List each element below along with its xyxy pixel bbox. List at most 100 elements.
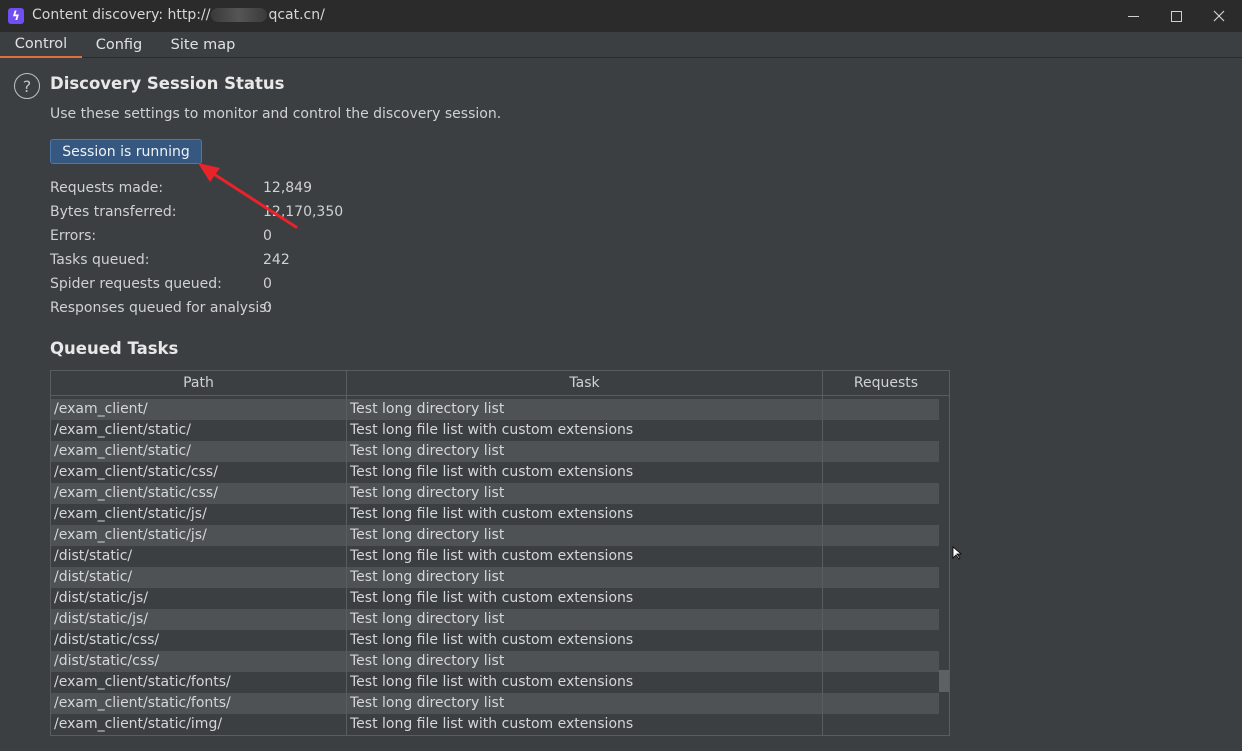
table-cell-requests [823,462,939,483]
table-scrollbar[interactable] [939,396,949,735]
table-cell-task: Test long file list with custom extensio… [347,462,823,483]
table-row[interactable]: /dist/static/Test long directory list [51,567,939,588]
scrollbar-thumb[interactable] [939,670,949,692]
table-cell-task: Test long directory list [347,651,823,672]
stat-label-requests-made: Requests made: [50,180,164,196]
table-row[interactable]: /dist/static/js/Test long directory list [51,609,939,630]
table-cell-path: /exam_client/static/ [51,420,347,441]
close-button[interactable] [1196,0,1242,32]
table-row[interactable]: /dist/static/Test long file list with cu… [51,546,939,567]
table-cell-path: /exam_client/static/js/ [51,525,347,546]
table-row[interactable]: /exam_client/Test long directory list [51,399,939,420]
table-cell-task: Test long file list with custom extensio… [347,672,823,693]
table-row[interactable]: /exam_client/static/Test long directory … [51,441,939,462]
stat-label-errors: Errors: [50,228,97,244]
table-row[interactable]: /exam_client/static/css/Test long direct… [51,483,939,504]
table-cell-requests [823,672,939,693]
queued-tasks-title: Queued Tasks [50,339,179,358]
table-cell-path: /dist/static/ [51,546,347,567]
table-row[interactable]: /exam_client/static/fonts/Test long dire… [51,693,939,714]
table-cell-path: /exam_client/static/fonts/ [51,693,347,714]
table-cell-requests [823,525,939,546]
table-cell-requests [823,567,939,588]
table-cell-task: Test long directory list [347,483,823,504]
table-cell-path: /exam_client/static/img/ [51,714,347,735]
help-circle-icon[interactable]: ? [14,73,40,99]
table-row[interactable]: /exam_client/static/css/Test long file l… [51,462,939,483]
session-running-button[interactable]: Session is running [50,139,202,164]
table-row[interactable]: /exam_client/static/img/Test long file l… [51,714,939,735]
table-cell-task: Test long file list with custom extensio… [347,630,823,651]
table-cell-path: /exam_client/static/css/ [51,462,347,483]
tab-config[interactable]: Config [86,32,152,58]
table-row[interactable]: /dist/static/js/Test long file list with… [51,588,939,609]
table-cell-task: Test long file list with custom extensio… [347,546,823,567]
table-cell-requests [823,546,939,567]
table-cell-requests [823,399,939,420]
column-header-requests[interactable]: Requests [823,371,949,395]
stat-value-tasks-queued: 242 [263,252,290,268]
table-row[interactable]: /exam_client/static/Test long file list … [51,420,939,441]
table-cell-task: Test long file list with custom extensio… [347,504,823,525]
stat-label-spider-requests-queued: Spider requests queued: [50,276,222,292]
queued-tasks-table: Path Task Requests /exam_client/Test lon… [50,370,950,736]
table-cell-requests [823,609,939,630]
table-cell-requests [823,483,939,504]
window-title: Content discovery: http:// qcat.cn/ [32,7,325,23]
content-discovery-window: ϟ Content discovery: http:// qcat.cn/ Con… [0,0,1242,751]
table-cell-path: /exam_client/static/css/ [51,483,347,504]
redacted-hostname [211,8,268,22]
table-cell-task: Test long file list with custom extensio… [347,588,823,609]
table-cell-task: Test long directory list [347,693,823,714]
stat-label-bytes-transferred: Bytes transferred: [50,204,177,220]
table-cell-requests [823,504,939,525]
table-cell-path: /exam_client/static/fonts/ [51,672,347,693]
table-cell-task: Test long file list with custom extensio… [347,714,823,735]
window-title-suffix: qcat.cn/ [268,7,325,23]
column-header-task[interactable]: Task [347,371,823,395]
maximize-button[interactable] [1153,0,1199,32]
table-cell-path: /dist/static/js/ [51,588,347,609]
status-section-description: Use these settings to monitor and contro… [50,106,502,122]
table-row[interactable]: /dist/static/css/Test long file list wit… [51,630,939,651]
table-cell-path: /dist/static/css/ [51,630,347,651]
table-cell-task: Test long directory list [347,567,823,588]
table-cell-task: Test long directory list [347,609,823,630]
window-title-prefix: Content discovery: http:// [32,7,211,23]
table-cell-requests [823,693,939,714]
mouse-cursor-icon [952,546,962,560]
table-cell-requests [823,714,939,735]
maximize-icon [1170,10,1182,22]
stat-value-responses-queued: 0 [263,300,272,316]
tab-control[interactable]: Control [0,32,82,58]
burp-lightning-icon: ϟ [8,8,24,24]
status-section-title: Discovery Session Status [50,74,285,93]
table-row[interactable]: /exam_client/static/fonts/Test long file… [51,672,939,693]
minimize-button[interactable] [1110,0,1156,32]
table-cell-requests [823,651,939,672]
table-cell-path: /exam_client/static/js/ [51,504,347,525]
tab-site-map[interactable]: Site map [163,32,243,58]
table-cell-requests [823,420,939,441]
table-cell-path: /dist/static/css/ [51,651,347,672]
table-cell-requests [823,588,939,609]
table-cell-requests [823,630,939,651]
table-row[interactable]: /dist/static/css/Test long directory lis… [51,651,939,672]
table-body: /exam_client/Test long directory list/ex… [51,399,939,735]
tab-bar: Control Config Site map [0,32,1242,58]
stat-value-spider-requests-queued: 0 [263,276,272,292]
column-header-path[interactable]: Path [51,371,347,395]
table-cell-requests [823,441,939,462]
table-row[interactable]: /exam_client/static/js/Test long directo… [51,525,939,546]
table-cell-path: /dist/static/ [51,567,347,588]
table-cell-task: Test long file list with custom extensio… [347,420,823,441]
table-row[interactable]: /exam_client/static/js/Test long file li… [51,504,939,525]
title-bar: ϟ Content discovery: http:// qcat.cn/ [0,0,1242,32]
table-cell-path: /exam_client/ [51,399,347,420]
table-cell-task: Test long directory list [347,399,823,420]
close-icon [1213,10,1225,22]
minimize-icon [1127,15,1139,17]
table-cell-task: Test long directory list [347,441,823,462]
stat-label-responses-queued: Responses queued for analysis: [50,300,272,316]
table-cell-task: Test long directory list [347,525,823,546]
